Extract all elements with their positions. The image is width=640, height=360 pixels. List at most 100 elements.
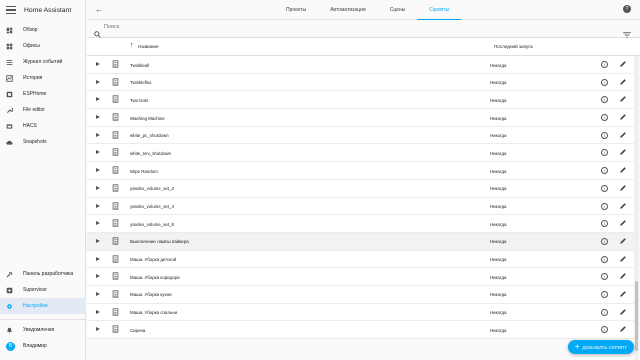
run-script-icon[interactable]: [96, 115, 100, 120]
sidebar-item-офисы[interactable]: Офисы: [0, 38, 86, 54]
info-icon[interactable]: i: [601, 237, 608, 245]
plus-icon: +: [574, 342, 580, 351]
sidebar-item-notifications[interactable]: Уведомления: [0, 322, 86, 338]
edit-pencil-icon[interactable]: [619, 148, 627, 157]
info-icon[interactable]: i: [601, 326, 608, 334]
info-icon[interactable]: i: [601, 167, 608, 175]
run-script-icon[interactable]: [96, 62, 100, 66]
sidebar-item-настройки[interactable]: Настройки: [0, 298, 86, 314]
run-script-icon[interactable]: [96, 238, 100, 243]
sidebar-item-esphome[interactable]: ESPHome: [0, 86, 86, 102]
tab-1[interactable]: Автоматизации: [318, 0, 378, 20]
sidebar-item-snapshots[interactable]: Snapshots: [0, 134, 86, 150]
script-last-run: Никогда: [490, 150, 507, 156]
run-script-icon[interactable]: [96, 256, 100, 261]
avatar: В: [6, 341, 15, 351]
sidebar-item-обзор[interactable]: Обзор: [0, 22, 86, 38]
table-row[interactable]: Сирена Никогда i: [87, 321, 634, 339]
sidebar-item-label: Настройки: [23, 303, 48, 309]
column-header-last-run[interactable]: Последний запуск: [494, 44, 533, 49]
edit-pencil-icon[interactable]: [619, 95, 627, 104]
info-icon[interactable]: i: [601, 78, 608, 86]
edit-pencil-icon[interactable]: [619, 272, 627, 281]
run-script-icon[interactable]: [96, 168, 100, 173]
edit-pencil-icon[interactable]: [619, 113, 627, 122]
table-row[interactable]: Washing Machine Никогда i: [87, 109, 634, 127]
info-icon[interactable]: i: [601, 220, 608, 228]
edit-pencil-icon[interactable]: [619, 202, 627, 211]
table-row[interactable]: Маша. Уборка спальни Никогда i: [87, 304, 634, 322]
info-icon[interactable]: i: [601, 96, 608, 104]
run-script-icon[interactable]: [96, 291, 100, 296]
script-last-run: Никогда: [490, 221, 507, 227]
table-row[interactable]: Wipe Random Никогда i: [87, 162, 634, 180]
scrollbar[interactable]: [634, 56, 639, 360]
search-input[interactable]: [104, 24, 504, 30]
sort-arrow-icon[interactable]: ↑: [130, 42, 134, 49]
table-row[interactable]: white_tvrv_shutdown Никогда i: [87, 144, 634, 163]
sidebar-item-панель-разработчика[interactable]: Панель разработчика: [0, 266, 86, 282]
info-icon[interactable]: i: [601, 290, 608, 298]
info-icon[interactable]: i: [601, 308, 608, 316]
edit-pencil-icon[interactable]: [619, 131, 627, 140]
tab-3[interactable]: Скрипты: [417, 0, 462, 20]
run-script-icon[interactable]: [96, 150, 100, 155]
table-row[interactable]: Twinkleall Никогда i: [87, 56, 634, 74]
add-script-button[interactable]: + ДОБАВИТЬ СКРИПТ: [568, 340, 634, 354]
run-script-icon[interactable]: [96, 79, 100, 84]
info-icon[interactable]: i: [601, 61, 608, 68]
info-icon[interactable]: i: [601, 114, 608, 122]
table-row[interactable]: Two Dots Никогда i: [87, 91, 634, 110]
edit-pencil-icon[interactable]: [619, 219, 627, 228]
run-script-icon[interactable]: [96, 327, 100, 332]
table-row[interactable]: yandex_volume_set_8 Никогда i: [87, 215, 634, 233]
run-script-icon[interactable]: [96, 221, 100, 226]
sidebar-item-hacs[interactable]: HACS: [0, 118, 86, 134]
table-row[interactable]: Маша. Уборка коридора Никогда i: [87, 268, 634, 286]
column-header-name[interactable]: Название: [138, 44, 159, 49]
edit-pencil-icon[interactable]: [619, 78, 627, 87]
edit-pencil-icon[interactable]: [619, 325, 627, 334]
run-script-icon[interactable]: [96, 274, 100, 279]
sidebar-item-file-editor[interactable]: File editor: [0, 102, 86, 118]
table-row[interactable]: white_pc_shutdown Никогда i: [87, 127, 634, 145]
sidebar-item-журнал-событий[interactable]: Журнал событий: [0, 54, 86, 70]
help-icon[interactable]: ?: [623, 5, 631, 13]
sidebar-item-история[interactable]: История: [0, 70, 86, 86]
tab-2[interactable]: Сцены: [378, 0, 418, 20]
table-row[interactable]: Маша. Уборка детской Никогда i: [87, 251, 634, 269]
sidebar-item-supervisor[interactable]: Supervisor: [0, 282, 86, 298]
table-row[interactable]: Маша. Уборка кухни Никогда i: [87, 286, 634, 304]
info-icon[interactable]: i: [601, 131, 608, 139]
edit-pencil-icon[interactable]: [619, 166, 627, 175]
script-icon: [112, 272, 119, 281]
run-script-icon[interactable]: [96, 309, 100, 314]
info-icon[interactable]: i: [601, 273, 608, 281]
edit-pencil-icon[interactable]: [619, 60, 627, 69]
menu-icon[interactable]: [6, 6, 16, 14]
script-last-run: Никогда: [490, 168, 507, 174]
tab-0[interactable]: Проекты: [274, 0, 318, 20]
info-icon[interactable]: i: [601, 149, 608, 157]
top-bar: ← Проекты Автоматизации Сцены Скрипты ?: [87, 0, 640, 20]
table-row[interactable]: Выключение лампы пайвера Никогда i: [87, 232, 634, 251]
info-icon[interactable]: i: [601, 202, 608, 210]
edit-pencil-icon[interactable]: [619, 237, 627, 246]
info-icon[interactable]: i: [601, 255, 608, 263]
run-script-icon[interactable]: [96, 203, 100, 208]
table-row[interactable]: yandex_volume_set_2 Никогда i: [87, 180, 634, 198]
run-script-icon[interactable]: [96, 185, 100, 190]
edit-pencil-icon[interactable]: [619, 184, 627, 193]
scrollbar-thumb[interactable]: [635, 281, 638, 351]
info-icon[interactable]: i: [601, 184, 608, 192]
run-script-icon[interactable]: [96, 132, 100, 137]
table-row[interactable]: Twinkleflux Никогда i: [87, 74, 634, 92]
table-header: ↑ Название Последний запуск: [87, 38, 640, 56]
edit-pencil-icon[interactable]: [619, 308, 627, 317]
run-script-icon[interactable]: [96, 97, 100, 102]
back-arrow-icon[interactable]: ←: [95, 5, 103, 14]
sidebar-item-user[interactable]: В Владимир: [0, 338, 86, 354]
table-row[interactable]: yandex_volume_set_4 Никогда i: [87, 198, 634, 216]
edit-pencil-icon[interactable]: [619, 255, 627, 264]
edit-pencil-icon[interactable]: [619, 290, 627, 299]
